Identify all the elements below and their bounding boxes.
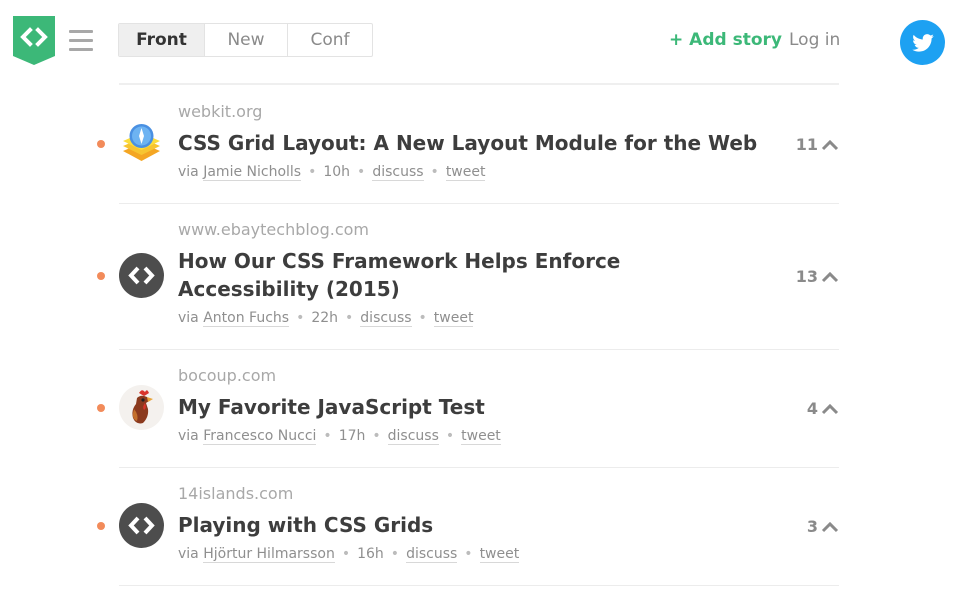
new-indicator-dot bbox=[97, 404, 105, 412]
vote-count: 3 bbox=[806, 517, 818, 536]
story-age: 22h bbox=[311, 310, 339, 326]
chevron-up-icon bbox=[821, 403, 839, 414]
discuss-link[interactable]: discuss bbox=[360, 310, 412, 327]
rooster-icon bbox=[119, 385, 164, 430]
twitter-button[interactable] bbox=[900, 20, 945, 65]
tweet-link[interactable]: tweet bbox=[445, 164, 486, 181]
header-divider bbox=[119, 83, 839, 85]
tab-new[interactable]: New bbox=[205, 24, 288, 56]
chevron-up-icon bbox=[821, 139, 839, 150]
upvote-button[interactable]: 3 bbox=[807, 517, 839, 536]
menu-icon[interactable] bbox=[69, 30, 93, 52]
tab-front[interactable]: Front bbox=[119, 24, 205, 56]
story-domain: 14islands.com bbox=[178, 484, 294, 503]
chevron-up-icon bbox=[821, 521, 839, 532]
code-brackets-icon bbox=[119, 503, 164, 548]
story-meta: via Francesco Nucci • 17h • discuss • tweet bbox=[178, 428, 501, 445]
author-link[interactable]: Anton Fuchs bbox=[203, 310, 290, 327]
via-label: via bbox=[178, 546, 199, 562]
tweet-link[interactable]: tweet bbox=[433, 310, 474, 327]
tab-conf[interactable]: Conf bbox=[288, 24, 372, 56]
author-link[interactable]: Hjörtur Hilmarsson bbox=[203, 546, 335, 563]
chevron-up-icon bbox=[821, 271, 839, 282]
logo-icon bbox=[13, 16, 55, 65]
upvote-button[interactable]: 13 bbox=[796, 267, 839, 286]
discuss-link[interactable]: discuss bbox=[406, 546, 458, 563]
story-title-link[interactable]: How Our CSS Framework Helps Enforce Acce… bbox=[178, 247, 768, 303]
story-divider bbox=[119, 349, 839, 350]
discuss-link[interactable]: discuss bbox=[387, 428, 439, 445]
via-label: via bbox=[178, 428, 199, 444]
add-story-link[interactable]: + Add story bbox=[669, 30, 782, 50]
author-link[interactable]: Francesco Nucci bbox=[203, 428, 317, 445]
vote-count: 4 bbox=[806, 399, 818, 418]
story-title-link[interactable]: Playing with CSS Grids bbox=[178, 511, 768, 539]
code-brackets-icon bbox=[119, 253, 164, 298]
upvote-button[interactable]: 11 bbox=[796, 135, 839, 154]
story-title-link[interactable]: My Favorite JavaScript Test bbox=[178, 393, 768, 421]
story-domain: bocoup.com bbox=[178, 366, 277, 385]
tweet-link[interactable]: tweet bbox=[479, 546, 520, 563]
upvote-button[interactable]: 4 bbox=[807, 399, 839, 418]
story-divider bbox=[119, 203, 839, 204]
new-indicator-dot bbox=[97, 272, 105, 280]
via-label: via bbox=[178, 310, 199, 326]
twitter-bird-icon bbox=[911, 33, 934, 52]
story-age: 16h bbox=[357, 546, 384, 562]
vote-count: 13 bbox=[795, 267, 818, 286]
tweet-link[interactable]: tweet bbox=[461, 428, 501, 445]
new-indicator-dot bbox=[97, 140, 105, 148]
story-divider bbox=[119, 467, 839, 468]
story-age: 10h bbox=[323, 164, 351, 180]
story-meta: via Hjörtur Hilmarsson • 16h • discuss • tweet bbox=[178, 546, 520, 563]
story-title-link[interactable]: CSS Grid Layout: A New Layout Module for… bbox=[178, 129, 768, 157]
story-meta: via Jamie Nicholls • 10h • discuss • tweet bbox=[178, 164, 486, 181]
login-link[interactable]: Log in bbox=[789, 30, 840, 50]
story-meta: via Anton Fuchs • 22h • discuss • tweet bbox=[178, 310, 474, 327]
author-link[interactable]: Jamie Nicholls bbox=[203, 164, 302, 181]
vote-count: 11 bbox=[795, 135, 818, 154]
story-age: 17h bbox=[338, 428, 366, 444]
story-domain: webkit.org bbox=[178, 102, 263, 121]
story-divider bbox=[119, 585, 839, 586]
nav-tabs: Front New Conf bbox=[118, 23, 373, 57]
discuss-link[interactable]: discuss bbox=[372, 164, 424, 181]
story-domain: www.ebaytechblog.com bbox=[178, 220, 370, 239]
new-indicator-dot bbox=[97, 522, 105, 530]
site-logo[interactable] bbox=[13, 16, 55, 65]
via-label: via bbox=[178, 164, 199, 180]
webkit-icon bbox=[119, 121, 164, 166]
